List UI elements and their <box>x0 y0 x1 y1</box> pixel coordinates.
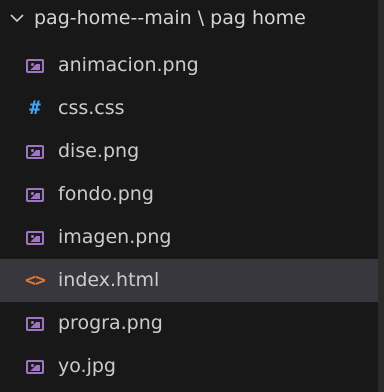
file-item-yo[interactable]: yo.jpg <box>0 345 378 388</box>
file-label: imagen.png <box>58 226 172 248</box>
file-item-index[interactable]: <> index.html <box>0 259 378 302</box>
folder-path-label: pag-home--main \ pag home <box>34 7 306 29</box>
file-label: progra.png <box>58 312 163 334</box>
file-label: index.html <box>58 269 160 291</box>
file-item-fondo[interactable]: fondo.png <box>0 173 378 216</box>
image-file-icon <box>24 55 46 77</box>
file-item-dise[interactable]: dise.png <box>0 130 378 173</box>
folder-header[interactable]: pag-home--main \ pag home <box>0 0 378 36</box>
image-file-icon <box>24 227 46 249</box>
file-explorer: pag-home--main \ pag home animacion.png … <box>0 0 384 392</box>
image-file-icon <box>24 313 46 335</box>
html-file-icon: <> <box>25 269 46 291</box>
css-file-icon: # <box>29 97 41 119</box>
file-list: animacion.png # css.css dise.png fondo.p… <box>0 44 378 388</box>
image-file-icon <box>24 184 46 206</box>
file-label: dise.png <box>58 140 140 162</box>
file-item-css[interactable]: # css.css <box>0 87 378 130</box>
image-file-icon <box>24 356 46 378</box>
file-item-imagen[interactable]: imagen.png <box>0 216 378 259</box>
file-label: css.css <box>58 97 125 119</box>
file-item-animacion[interactable]: animacion.png <box>0 44 378 87</box>
chevron-down-icon[interactable] <box>6 7 28 29</box>
file-label: fondo.png <box>58 183 154 205</box>
file-item-progra[interactable]: progra.png <box>0 302 378 345</box>
file-label: animacion.png <box>58 54 199 76</box>
file-label: yo.jpg <box>58 355 116 377</box>
image-file-icon <box>24 141 46 163</box>
